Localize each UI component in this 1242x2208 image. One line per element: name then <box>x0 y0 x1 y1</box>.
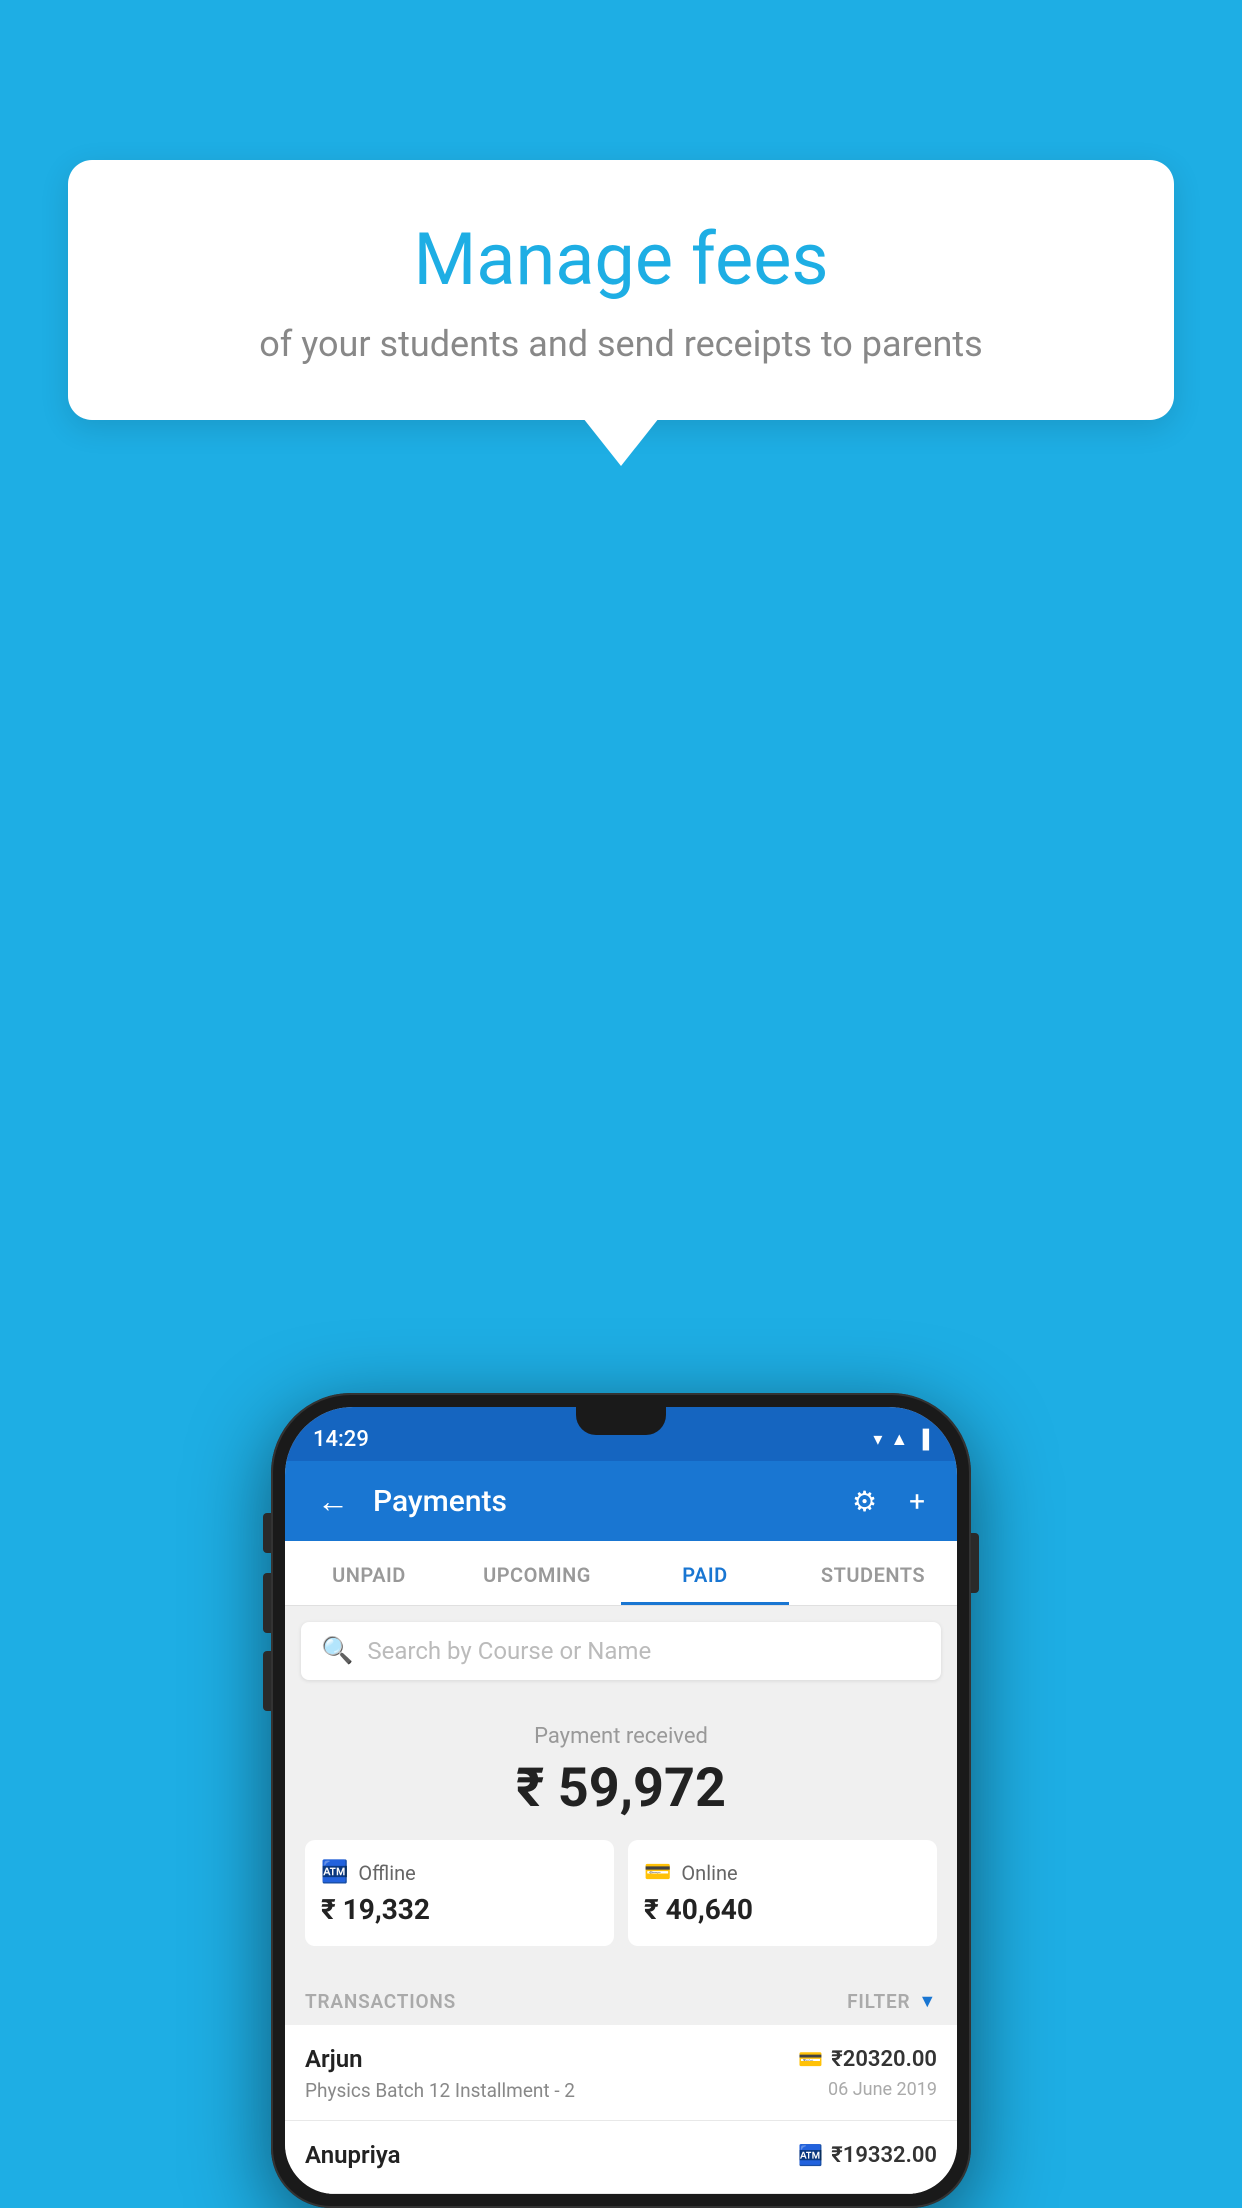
tooltip-title: Manage fees <box>118 220 1124 299</box>
filter-button[interactable]: FILTER ▼ <box>847 1990 937 2013</box>
app-header: ← Payments ⚙ + <box>285 1461 957 1541</box>
tab-unpaid[interactable]: UNPAID <box>285 1541 453 1605</box>
tab-paid[interactable]: PAID <box>621 1541 789 1605</box>
back-button[interactable]: ← <box>309 1474 357 1528</box>
search-bar[interactable]: 🔍 Search by Course or Name <box>301 1622 941 1680</box>
add-button[interactable]: + <box>901 1477 933 1526</box>
settings-button[interactable]: ⚙ <box>844 1477 885 1526</box>
transaction-row[interactable]: Anupriya 🏧 ₹19332.00 <box>285 2121 957 2194</box>
payment-received-section: Payment received ₹ 59,972 🏧 Offline ₹ 19… <box>285 1696 957 1972</box>
offline-label-row: 🏧 Offline <box>321 1860 598 1885</box>
transaction-row[interactable]: Arjun 💳 ₹20320.00 Physics Batch 12 Insta… <box>285 2025 957 2121</box>
search-placeholder: Search by Course or Name <box>367 1637 651 1665</box>
transaction-amount-wrap: 🏧 ₹19332.00 <box>798 2143 937 2168</box>
phone-outer: 14:29 ▾ ▲ ▐ ← Payments ⚙ + UNPAID <box>271 1393 971 2208</box>
transaction-top: Anupriya 🏧 ₹19332.00 <box>305 2141 937 2169</box>
phone-side-btn-left-2 <box>263 1573 271 1633</box>
transactions-label: TRANSACTIONS <box>305 1990 456 2013</box>
status-time: 14:29 <box>313 1427 369 1452</box>
tooltip-subtitle: of your students and send receipts to pa… <box>118 319 1124 369</box>
transaction-amount: ₹19332.00 <box>831 2143 937 2168</box>
offline-amount: ₹ 19,332 <box>321 1893 598 1926</box>
transaction-amount: ₹20320.00 <box>831 2047 937 2072</box>
transactions-header: TRANSACTIONS FILTER ▼ <box>285 1972 957 2025</box>
status-icons: ▾ ▲ ▐ <box>873 1429 929 1450</box>
phone-notch <box>576 1407 666 1435</box>
tabs-bar: UNPAID UPCOMING PAID STUDENTS <box>285 1541 957 1606</box>
offline-payment-card: 🏧 Offline ₹ 19,332 <box>305 1840 614 1946</box>
wifi-icon: ▾ <box>873 1429 882 1450</box>
online-amount: ₹ 40,640 <box>644 1893 921 1926</box>
cash-icon: 🏧 <box>321 1860 348 1885</box>
tab-students[interactable]: STUDENTS <box>789 1541 957 1605</box>
card-payment-icon: 💳 <box>798 2047 823 2071</box>
offline-label: Offline <box>358 1861 415 1885</box>
tab-upcoming[interactable]: UPCOMING <box>453 1541 621 1605</box>
transaction-amount-wrap: 💳 ₹20320.00 <box>798 2047 937 2072</box>
header-title: Payments <box>373 1484 828 1519</box>
search-icon: 🔍 <box>321 1636 353 1666</box>
filter-icon: ▼ <box>918 1991 937 2012</box>
transaction-date: 06 June 2019 <box>828 2079 937 2102</box>
transaction-top: Arjun 💳 ₹20320.00 <box>305 2045 937 2073</box>
payment-total-amount: ₹ 59,972 <box>305 1757 937 1820</box>
online-label-row: 💳 Online <box>644 1860 921 1885</box>
transaction-course: Physics Batch 12 Installment - 2 <box>305 2079 575 2102</box>
transaction-name: Anupriya <box>305 2141 401 2169</box>
card-icon: 💳 <box>644 1860 671 1885</box>
phone-side-power-button <box>971 1533 979 1593</box>
tooltip-card: Manage fees of your students and send re… <box>68 160 1174 420</box>
phone-screen: 14:29 ▾ ▲ ▐ ← Payments ⚙ + UNPAID <box>285 1407 957 2194</box>
phone-side-btn-left-1 <box>263 1513 271 1553</box>
phone-wrapper: 14:29 ▾ ▲ ▐ ← Payments ⚙ + UNPAID <box>271 1393 971 2208</box>
transaction-name: Arjun <box>305 2045 363 2073</box>
transaction-bottom: Physics Batch 12 Installment - 2 06 June… <box>305 2079 937 2102</box>
payment-received-label: Payment received <box>305 1724 937 1749</box>
phone-side-btn-left-3 <box>263 1651 271 1711</box>
cash-payment-icon: 🏧 <box>798 2143 823 2167</box>
online-payment-card: 💳 Online ₹ 40,640 <box>628 1840 937 1946</box>
battery-icon: ▐ <box>916 1429 929 1450</box>
signal-icon: ▲ <box>890 1429 908 1450</box>
payment-cards-row: 🏧 Offline ₹ 19,332 💳 Online ₹ 40,640 <box>305 1840 937 1946</box>
online-label: Online <box>681 1861 737 1885</box>
filter-label: FILTER <box>847 1990 910 2013</box>
